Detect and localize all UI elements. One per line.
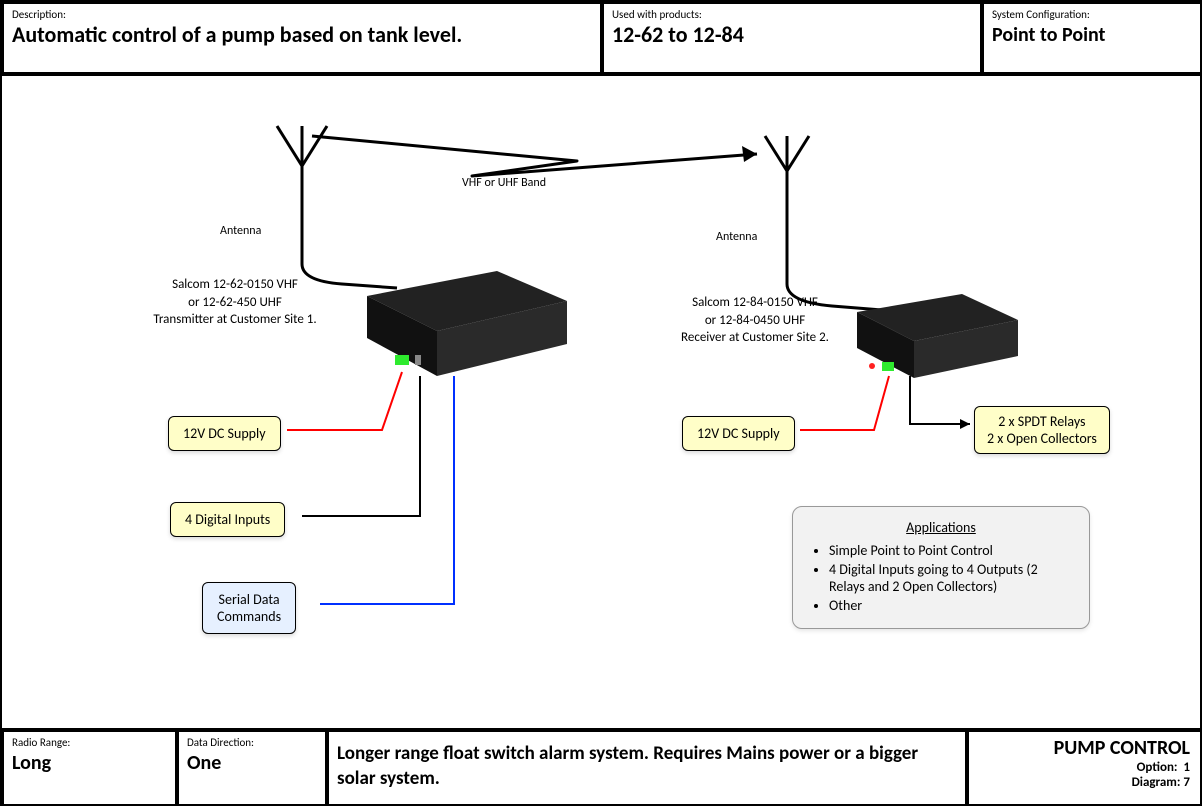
applications-item: Other xyxy=(829,597,1071,614)
applications-item: Simple Point to Point Control xyxy=(829,542,1071,559)
transmitter-text: Salcom 12-62-0150 VHF or 12-62-450 UHF T… xyxy=(120,276,350,329)
transmitter-line2: or 12-62-450 UHF xyxy=(120,294,350,312)
diagram-svg xyxy=(2,76,1202,732)
receiver-line1: Salcom 12-84-0150 VHF xyxy=(650,294,860,312)
supply-left-box: 12V DC Supply xyxy=(168,416,281,451)
page-frame: Description: Automatic control of a pump… xyxy=(0,0,1202,806)
relays-box: 2 x SPDT Relays 2 x Open Collectors xyxy=(974,406,1110,454)
wire-digital-inputs xyxy=(302,376,420,516)
radio-path-icon xyxy=(312,136,757,176)
applications-note: Applications Simple Point to Point Contr… xyxy=(792,506,1090,629)
header-config-cell: System Configuration: Point to Point xyxy=(982,2,1202,74)
range-label: Radio Range: xyxy=(12,736,167,749)
option-value: 1 xyxy=(1183,760,1190,775)
wire-serial xyxy=(320,376,454,604)
header-products-cell: Used with products: 12-62 to 12-84 xyxy=(602,2,982,74)
transmitter-device-icon xyxy=(367,271,567,376)
antenna-left-icon xyxy=(277,126,397,288)
supply-right-box: 12V DC Supply xyxy=(682,416,795,451)
footer-title: PUMP CONTROL xyxy=(977,736,1190,760)
relays-line1: 2 x SPDT Relays xyxy=(987,413,1097,430)
diagram-area: VHF or UHF Band Antenna Antenna Salcom 1… xyxy=(2,74,1202,730)
header-description-cell: Description: Automatic control of a pump… xyxy=(2,2,602,74)
description-value: Automatic control of a pump based on tan… xyxy=(12,21,592,48)
antenna-left-label: Antenna xyxy=(220,224,261,238)
diagram-label: Diagram: xyxy=(1132,775,1181,790)
description-label: Description: xyxy=(12,8,592,21)
applications-list: Simple Point to Point Control 4 Digital … xyxy=(811,542,1071,614)
applications-title: Applications xyxy=(811,519,1071,536)
footer-diagram: Diagram: 7 xyxy=(977,775,1190,790)
direction-label: Data Direction: xyxy=(187,736,317,749)
antenna-right-icon xyxy=(765,136,882,310)
wire-supply-right xyxy=(800,376,889,430)
diagram-value: 7 xyxy=(1183,775,1190,790)
band-text: VHF or UHF Band xyxy=(462,176,546,190)
range-value: Long xyxy=(12,751,167,775)
footer-notes: Longer range float switch alarm system. … xyxy=(337,742,957,791)
products-label: Used with products: xyxy=(612,8,972,21)
wire-relays xyxy=(910,376,970,429)
receiver-line3: Receiver at Customer Site 2. xyxy=(650,329,860,347)
transmitter-line1: Salcom 12-62-0150 VHF xyxy=(120,276,350,294)
antenna-right-label: Antenna xyxy=(716,230,757,244)
wire-supply-left xyxy=(287,372,402,430)
config-label: System Configuration: xyxy=(992,8,1192,21)
direction-value: One xyxy=(187,751,317,775)
digital-inputs-box: 4 Digital Inputs xyxy=(170,502,285,537)
applications-item: 4 Digital Inputs going to 4 Outputs (2 R… xyxy=(829,561,1071,595)
footer-option: Option: 1 xyxy=(977,760,1190,775)
receiver-device-icon xyxy=(857,294,1018,378)
serial-commands-box: Serial Data Commands xyxy=(202,582,296,634)
receiver-text: Salcom 12-84-0150 VHF or 12-84-0450 UHF … xyxy=(650,294,860,347)
footer-direction-cell: Data Direction: One xyxy=(177,730,327,806)
config-value: Point to Point xyxy=(992,23,1192,47)
footer-notes-cell: Longer range float switch alarm system. … xyxy=(327,730,967,806)
relays-line2: 2 x Open Collectors xyxy=(987,430,1097,447)
transmitter-line3: Transmitter at Customer Site 1. xyxy=(120,311,350,329)
products-value: 12-62 to 12-84 xyxy=(612,21,972,48)
footer-title-cell: PUMP CONTROL Option: 1 Diagram: 7 xyxy=(967,730,1202,806)
footer-range-cell: Radio Range: Long xyxy=(2,730,177,806)
option-label: Option: xyxy=(1137,760,1178,775)
receiver-line2: or 12-84-0450 UHF xyxy=(650,312,860,330)
